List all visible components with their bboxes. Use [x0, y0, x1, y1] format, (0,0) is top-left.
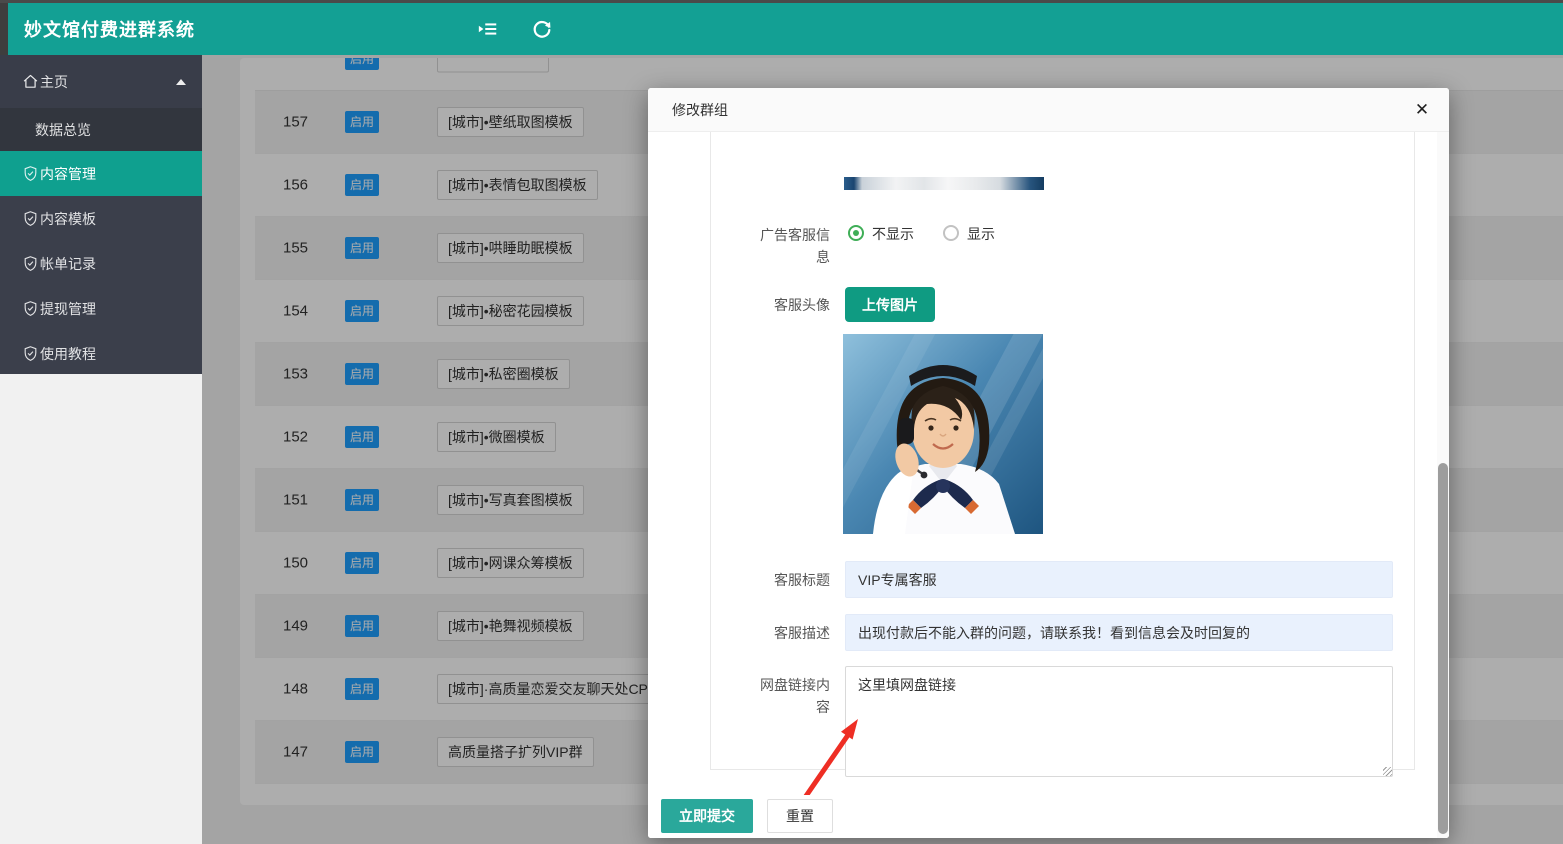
radio-show-label[interactable]: 显示: [967, 226, 995, 242]
shield-check-icon: [22, 345, 39, 362]
upload-image-button[interactable]: 上传图片: [845, 287, 935, 322]
netdisk-textarea[interactable]: 这里填网盘链接: [845, 666, 1393, 777]
textarea-resize-grip[interactable]: [1383, 767, 1392, 776]
sidebar-item-label: 主页: [40, 72, 68, 92]
sidebar-lower-area: [0, 374, 202, 844]
edit-group-modal: 修改群组 ✕ 广告客服信息 不显示 显示 客服头像 上传图片: [648, 88, 1449, 838]
caret-up-icon: [176, 79, 186, 85]
sidebar-item-label: 内容模板: [40, 209, 96, 229]
modal-scrollbar-thumb[interactable]: [1438, 463, 1448, 834]
sidebar-item-数据总览[interactable]: 数据总览: [0, 108, 202, 151]
sidebar-item-提现管理[interactable]: 提现管理: [0, 286, 202, 331]
submit-button[interactable]: 立即提交: [661, 799, 753, 833]
sidebar-item-label: 提现管理: [40, 299, 96, 319]
refresh-icon[interactable]: [531, 18, 553, 40]
window-frame-top: [0, 0, 1563, 3]
netdisk-label: 网盘链接内容: [756, 674, 830, 718]
modal-header: 修改群组 ✕: [648, 88, 1449, 132]
app-header: 妙文馆付费进群系统: [0, 3, 1563, 55]
sidebar-item-label: 使用教程: [40, 344, 96, 364]
modal-body: 广告客服信息 不显示 显示 客服头像 上传图片: [648, 132, 1449, 838]
app-title: 妙文馆付费进群系统: [24, 16, 195, 42]
sidebar-nav: 主页数据总览内容管理内容模板帐单记录提现管理使用教程: [0, 55, 202, 374]
sidebar-item-内容管理[interactable]: 内容管理: [0, 151, 202, 196]
shield-check-icon: [22, 300, 39, 317]
shield-check-icon: [22, 165, 39, 182]
radio-hide[interactable]: [848, 225, 864, 241]
sidebar-item-label: 帐单记录: [40, 254, 96, 274]
service-desc-label: 客服描述: [756, 622, 830, 644]
sidebar-item-使用教程[interactable]: 使用教程: [0, 331, 202, 376]
radio-show[interactable]: [943, 225, 959, 241]
window-frame-corner: [0, 0, 8, 55]
service-title-label: 客服标题: [756, 569, 830, 591]
sidebar-item-主页[interactable]: 主页: [0, 55, 202, 108]
close-icon[interactable]: ✕: [1411, 99, 1433, 121]
reset-button[interactable]: 重置: [767, 799, 833, 833]
radio-hide-label[interactable]: 不显示: [872, 226, 914, 242]
clipped-photo-fragment: [844, 177, 1044, 190]
service-desc-input[interactable]: [845, 614, 1393, 651]
sidebar-item-帐单记录[interactable]: 帐单记录: [0, 241, 202, 286]
modal-title: 修改群组: [672, 88, 728, 132]
ad-service-label: 广告客服信息: [756, 224, 830, 268]
avatar-label: 客服头像: [756, 294, 830, 316]
customer-service-photo: [843, 334, 1043, 534]
shield-check-icon: [22, 255, 39, 272]
modal-footer: 立即提交 重置: [648, 795, 1449, 838]
sidebar-item-label: 内容管理: [40, 164, 96, 184]
home-icon: [22, 73, 39, 90]
collapse-menu-icon[interactable]: [477, 18, 499, 40]
service-title-input[interactable]: [845, 561, 1393, 598]
sidebar-item-label: 数据总览: [35, 120, 91, 140]
sidebar-item-内容模板[interactable]: 内容模板: [0, 196, 202, 241]
shield-check-icon: [22, 210, 39, 227]
